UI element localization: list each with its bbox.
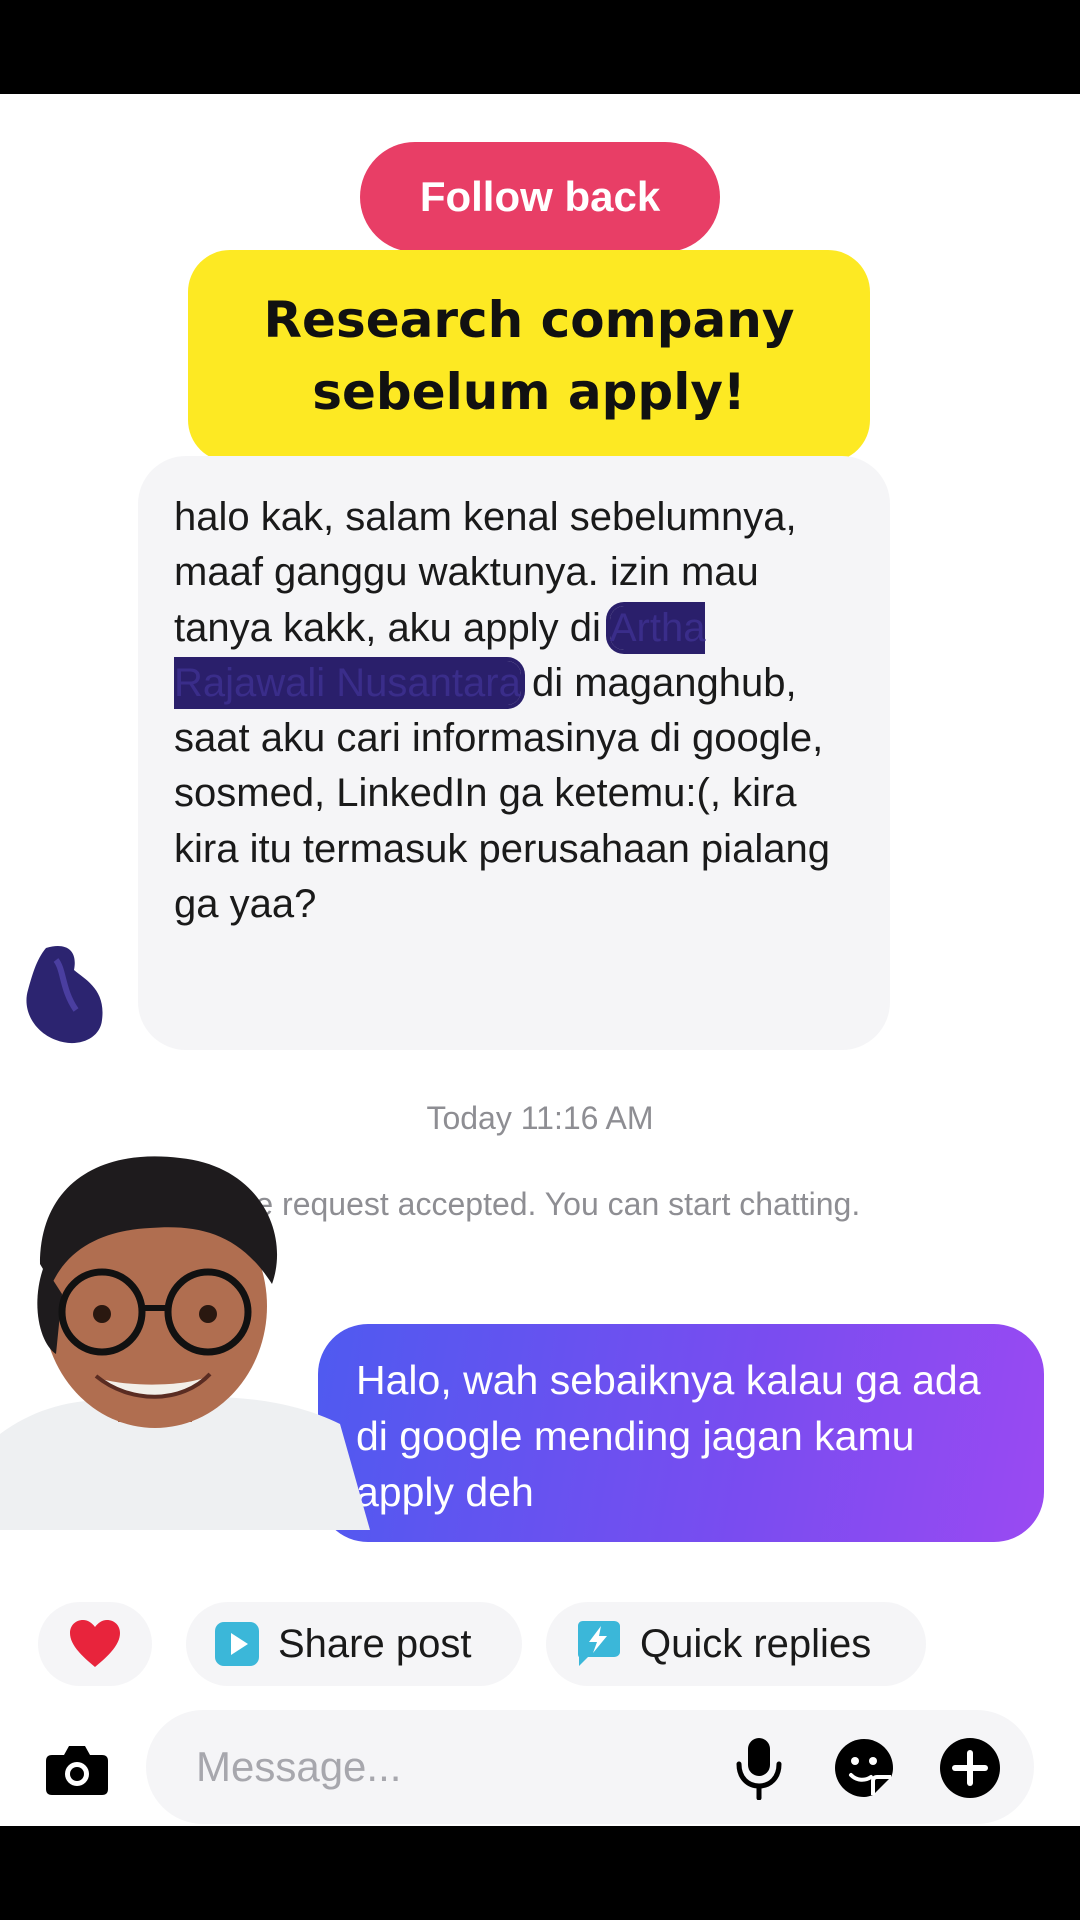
camera-icon [46,1746,108,1795]
caption-line-2: sebelum apply! [312,363,746,421]
caption-text: Research company sebelum apply! [264,284,795,428]
heart-icon [70,1620,120,1667]
caption-line-1: Research company [263,291,795,349]
sticker-icon [835,1739,893,1797]
message-timestamp: Today 11:16 AM [426,1100,654,1136]
follow-back-button[interactable]: Follow back [360,142,720,252]
outgoing-message-bubble[interactable]: Halo, wah sebaiknya kalau ga ada di goog… [318,1324,1044,1542]
incoming-message-bubble[interactable]: halo kak, salam kenal sebelumnya, maaf g… [138,456,890,1050]
redaction-scribble [26,946,103,1044]
heart-button[interactable] [38,1602,152,1686]
quick-replies-button[interactable]: Quick replies [546,1602,926,1686]
lightning-bubble-icon [578,1621,620,1666]
outgoing-message-text: Halo, wah sebaiknya kalau ga ada di goog… [356,1357,981,1515]
share-post-button[interactable]: Share post [186,1602,522,1686]
share-post-label: Share post [278,1621,472,1666]
chat-screen: Follow back Research company sebelum app… [0,94,1080,1826]
overlay-caption: Research company sebelum apply! [188,250,870,462]
message-input[interactable] [196,1737,696,1797]
camera-button[interactable] [44,1742,110,1798]
presenter-video-overlay [0,1156,370,1530]
plus-circle-icon [940,1738,1000,1798]
add-button[interactable] [938,1736,1002,1800]
quick-replies-label: Quick replies [640,1621,872,1666]
sticker-button[interactable] [832,1736,896,1800]
quick-actions-bar: Share post Quick replies [0,1602,1080,1686]
message-composer [146,1710,1034,1824]
play-square-icon [215,1622,259,1666]
microphone-icon [736,1738,782,1800]
microphone-button[interactable] [728,1736,790,1800]
